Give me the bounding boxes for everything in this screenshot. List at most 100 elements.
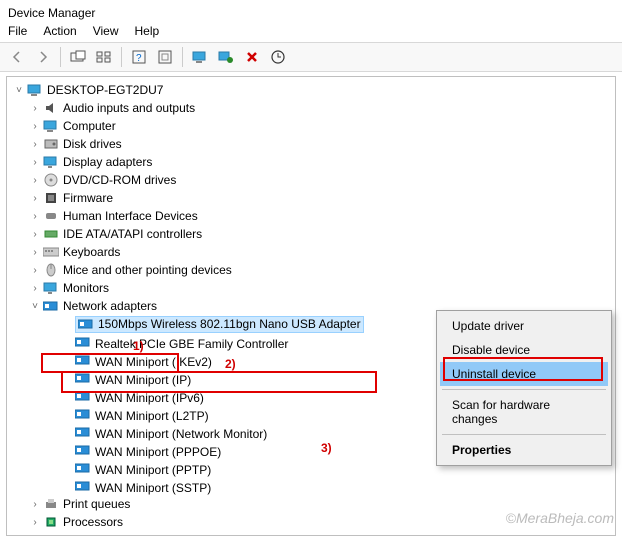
network-adapter-icon: [75, 460, 91, 476]
device-label: WAN Miniport (L2TP): [95, 409, 209, 423]
device-label: 150Mbps Wireless 802.11bgn Nano USB Adap…: [98, 317, 361, 331]
category-label: Audio inputs and outputs: [63, 101, 195, 115]
show-connect-icon[interactable]: [67, 46, 89, 68]
tree-category[interactable]: › Audio inputs and outputs: [7, 99, 615, 117]
network-adapter-icon: [78, 316, 94, 332]
menu-bar: File Action View Help: [0, 22, 622, 42]
window-title: Device Manager: [0, 0, 622, 22]
expand-arrow-icon[interactable]: ›: [29, 229, 41, 240]
tree-device[interactable]: WAN Miniport (SSTP): [7, 477, 615, 495]
tree-category[interactable]: ›DVD/CD-ROM drives: [7, 171, 615, 189]
tree-category[interactable]: › Human Interface Devices: [7, 207, 615, 225]
tree-category[interactable]: › Monitors: [7, 279, 615, 297]
menu-action[interactable]: Action: [43, 24, 76, 38]
menu-help[interactable]: Help: [135, 24, 160, 38]
network-adapter-icon: [75, 442, 91, 458]
tree-category[interactable]: › Keyboards: [7, 243, 615, 261]
tree-category[interactable]: › Firmware: [7, 189, 615, 207]
computer-icon: [27, 82, 43, 98]
category-label: Monitors: [63, 281, 109, 295]
scan-hardware-icon[interactable]: [215, 46, 237, 68]
menu-view[interactable]: View: [93, 24, 119, 38]
firmware-icon: [43, 190, 59, 206]
watermark: ©MeraBheja.com: [506, 510, 614, 526]
network-adapter-icon: [75, 334, 91, 350]
tree-category[interactable]: ›Mice and other pointing devices: [7, 261, 615, 279]
tree-root[interactable]: ˅ DESKTOP-EGT2DU7: [7, 81, 615, 99]
device-label: WAN Miniport (IPv6): [95, 391, 204, 405]
network-adapter-icon: [75, 352, 91, 368]
expand-arrow-icon[interactable]: ›: [29, 499, 41, 510]
category-label: IDE ATA/ATAPI controllers: [63, 227, 202, 241]
category-label: Human Interface Devices: [63, 209, 198, 223]
dvd-icon: [43, 172, 59, 188]
tree-category[interactable]: › Computer: [7, 117, 615, 135]
device-label: WAN Miniport (IKEv2): [95, 355, 212, 369]
computer-icon: [43, 118, 59, 134]
expand-arrow-icon[interactable]: ›: [29, 157, 41, 168]
expand-arrow-icon[interactable]: ˅: [13, 85, 25, 96]
network-adapter-icon: [75, 406, 91, 422]
ide-icon: [43, 226, 59, 242]
category-label: Disk drives: [63, 137, 122, 151]
help-icon[interactable]: ?: [128, 46, 150, 68]
ctx-separator: [442, 389, 606, 390]
menu-file[interactable]: File: [8, 24, 27, 38]
network-adapter-icon: [75, 424, 91, 440]
speaker-icon: [43, 100, 59, 116]
context-menu: Update driver Disable device Uninstall d…: [436, 310, 612, 466]
expand-arrow-icon[interactable]: ›: [29, 103, 41, 114]
expand-arrow-icon[interactable]: ›: [29, 121, 41, 132]
cpu-icon: [43, 514, 59, 530]
network-adapter-icon: [43, 298, 59, 314]
expand-arrow-icon[interactable]: ›: [29, 139, 41, 150]
expand-arrow-icon[interactable]: ›: [29, 211, 41, 222]
category-label: Print queues: [63, 497, 130, 511]
category-label: Keyboards: [63, 245, 120, 259]
expand-arrow-icon[interactable]: ›: [29, 175, 41, 186]
mouse-icon: [43, 262, 59, 278]
refresh-icon[interactable]: [154, 46, 176, 68]
tree-category[interactable]: › IDE ATA/ATAPI controllers: [7, 225, 615, 243]
tree-category[interactable]: › Display adapters: [7, 153, 615, 171]
toolbar: ?: [0, 42, 622, 72]
tree-category[interactable]: › Disk drives: [7, 135, 615, 153]
toolbar-divider: [60, 47, 61, 67]
hid-icon: [43, 208, 59, 224]
tree-root-label: DESKTOP-EGT2DU7: [47, 83, 163, 97]
monitor-icon: [43, 280, 59, 296]
update-driver-icon[interactable]: [267, 46, 289, 68]
ctx-separator: [442, 434, 606, 435]
toolbar-divider: [182, 47, 183, 67]
device-tree[interactable]: ˅ DESKTOP-EGT2DU7 › Audio inputs and outp…: [7, 77, 615, 535]
display-icon: [43, 154, 59, 170]
folders-icon[interactable]: [93, 46, 115, 68]
expand-arrow-icon[interactable]: ›: [29, 283, 41, 294]
device-label: WAN Miniport (PPTP): [95, 463, 211, 477]
monitor-icon[interactable]: [189, 46, 211, 68]
expand-arrow-icon[interactable]: ›: [29, 517, 41, 528]
device-label: WAN Miniport (SSTP): [95, 481, 211, 495]
category-label: Computer: [63, 119, 116, 133]
category-label: Firmware: [63, 191, 113, 205]
ctx-scan-hardware[interactable]: Scan for hardware changes: [440, 393, 608, 431]
device-label: WAN Miniport (Network Monitor): [95, 427, 267, 441]
expand-arrow-icon[interactable]: ›: [29, 265, 41, 276]
device-label: Realtek PCIe GBE Family Controller: [95, 337, 288, 351]
remove-icon[interactable]: [241, 46, 263, 68]
network-adapter-icon: [75, 478, 91, 494]
expand-arrow-icon[interactable]: ›: [29, 193, 41, 204]
expand-arrow-icon[interactable]: ˅: [29, 301, 41, 312]
network-adapter-icon: [75, 388, 91, 404]
ctx-disable-device[interactable]: Disable device: [440, 338, 608, 362]
category-label: Display adapters: [63, 155, 152, 169]
ctx-uninstall-device[interactable]: Uninstall device: [440, 362, 608, 386]
forward-arrow-icon[interactable]: [32, 46, 54, 68]
ctx-properties[interactable]: Properties: [440, 438, 608, 462]
ctx-update-driver[interactable]: Update driver: [440, 314, 608, 338]
category-label: Processors: [63, 515, 123, 529]
expand-arrow-icon[interactable]: ›: [29, 247, 41, 258]
device-label: WAN Miniport (PPPOE): [95, 445, 221, 459]
category-label: Network adapters: [63, 299, 157, 313]
back-arrow-icon[interactable]: [6, 46, 28, 68]
